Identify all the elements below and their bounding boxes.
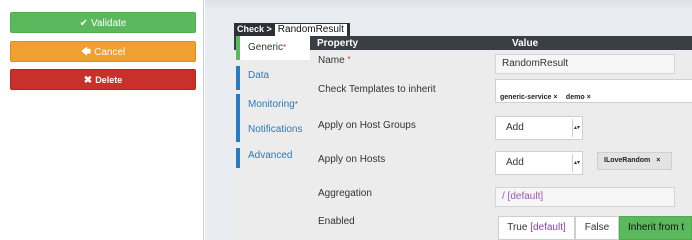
tab-indicator (236, 66, 240, 90)
checkmark-icon: ✔ (79, 18, 88, 29)
enabled-inherit-option[interactable]: Inherit from t (619, 216, 692, 240)
delete-label: Delete (95, 75, 123, 85)
tab-data[interactable]: Data (236, 66, 308, 90)
action-panel: ✔ Validate 🡄 Cancel ✖ Delete (0, 0, 204, 240)
enabled-true-option[interactable]: True [default] (498, 216, 575, 240)
tab-label: Data (248, 70, 270, 81)
template-tag-text: demo (565, 94, 585, 101)
template-tag: demo × (566, 94, 591, 101)
remove-tag-icon[interactable]: × (587, 94, 591, 101)
value-column-header: Value (512, 38, 539, 49)
cancel-button[interactable]: 🡄 Cancel (10, 41, 196, 62)
breadcrumb-root[interactable]: Check > (237, 24, 272, 34)
select-caret-icon: ▴▾ (572, 154, 581, 172)
remove-tag-icon[interactable]: × (656, 157, 660, 164)
name-label: Name * (318, 55, 351, 66)
name-input[interactable]: RandomResult (495, 54, 675, 74)
required-marker: * (347, 55, 351, 64)
template-tag: generic-service × (500, 94, 557, 101)
required-marker: * (294, 100, 298, 109)
arrow-left-icon: 🡄 (80, 47, 92, 58)
tab-label: Notifications (248, 124, 303, 135)
hosts-label: Apply on Hosts (318, 154, 386, 165)
required-marker: * (283, 43, 287, 52)
default-marker: [default] (530, 222, 566, 233)
tab-label: Generic (248, 42, 284, 53)
enabled-label: Enabled (318, 216, 355, 227)
host-groups-select[interactable]: Add ▴▾ (495, 116, 583, 140)
template-tag-text: generic-service (500, 94, 552, 101)
aggregation-input[interactable]: / [default] (495, 187, 675, 207)
option-label: True (507, 222, 528, 233)
validate-button[interactable]: ✔ Validate (10, 12, 196, 33)
tab-generic[interactable]: Generic* (236, 36, 310, 60)
tab-monitoring[interactable]: Monitoring* (236, 94, 308, 118)
host-groups-label: Apply on Host Groups (318, 120, 416, 131)
tab-indicator (236, 118, 240, 142)
tab-label: Monitoring (248, 99, 295, 110)
breadcrumb: Check > RandomResult (234, 23, 350, 36)
tab-indicator (236, 94, 240, 118)
breadcrumb-current: RandomResult (274, 24, 347, 36)
templates-label: Check Templates to inherit (318, 84, 436, 95)
select-caret-icon: ▴▾ (572, 119, 581, 137)
host-tag-text: ILoveRandom (604, 157, 651, 164)
tab-indicator (236, 36, 240, 60)
enabled-false-option[interactable]: False (575, 216, 619, 240)
top-strip (205, 0, 692, 10)
remove-tag-icon[interactable]: × (553, 94, 557, 101)
property-column-header: Property (317, 38, 359, 49)
templates-tag-input[interactable]: generic-service × demo × (495, 79, 692, 103)
hosts-select[interactable]: Add ▴▾ (495, 151, 583, 175)
validate-label: Validate (90, 18, 127, 29)
tab-label: Advanced (248, 150, 293, 161)
delete-button[interactable]: ✖ Delete (10, 69, 196, 90)
select-value: Add (506, 122, 524, 133)
host-tag: ILoveRandom × (597, 152, 672, 170)
tab-indicator (236, 148, 240, 168)
tab-advanced[interactable]: Advanced (236, 148, 308, 170)
close-icon: ✖ (83, 75, 93, 86)
name-label-text: Name (318, 55, 345, 66)
cancel-label: Cancel (94, 47, 126, 58)
aggregation-label: Aggregation (318, 188, 372, 199)
select-value: Add (506, 157, 524, 168)
tab-notifications[interactable]: Notifications (236, 118, 308, 142)
